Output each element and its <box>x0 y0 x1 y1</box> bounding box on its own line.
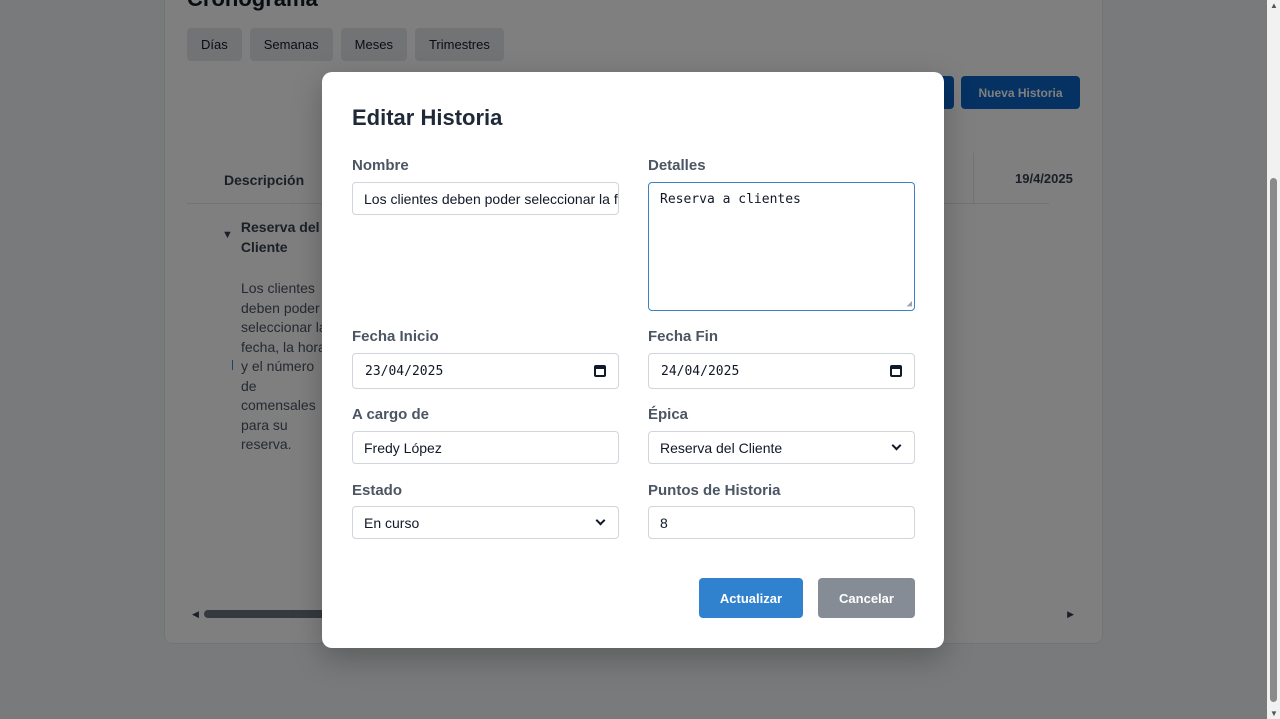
chevron-down-icon <box>595 515 606 526</box>
assignee-label: A cargo de <box>352 406 429 423</box>
status-label: Estado <box>352 482 403 499</box>
end-date-input[interactable]: 24/04/2025 <box>648 353 915 389</box>
page-scrollbar-thumb[interactable] <box>1270 178 1277 702</box>
scroll-down-icon[interactable]: ▼ <box>1270 709 1278 718</box>
story-points-input[interactable]: 8 <box>648 506 915 539</box>
start-date-label: Fecha Inicio <box>352 328 439 345</box>
page-scrollbar[interactable]: ▲ ▼ <box>1267 0 1280 719</box>
assignee-input[interactable]: Fredy López <box>352 431 619 464</box>
end-date-value: 24/04/2025 <box>661 363 740 379</box>
details-label: Detalles <box>648 157 706 174</box>
end-date-label: Fecha Fin <box>648 328 719 345</box>
details-textarea[interactable]: Reserva a clientes ◢ <box>648 182 915 311</box>
epic-select[interactable]: Reserva del Cliente <box>648 431 915 464</box>
calendar-icon[interactable] <box>594 365 606 377</box>
resize-grip-icon[interactable]: ◢ <box>907 299 912 309</box>
epic-label: Épica <box>648 406 689 423</box>
cancel-button[interactable]: Cancelar <box>818 578 915 618</box>
update-button[interactable]: Actualizar <box>699 578 803 618</box>
calendar-icon[interactable] <box>890 365 902 377</box>
epic-select-value: Reserva del Cliente <box>660 439 783 456</box>
name-label: Nombre <box>352 157 409 174</box>
name-input[interactable]: Los clientes deben poder seleccionar la … <box>352 182 619 215</box>
status-select-value: En curso <box>364 514 420 531</box>
status-select[interactable]: En curso <box>352 506 619 539</box>
edit-story-modal: Editar Historia Nombre Los clientes debe… <box>322 72 944 648</box>
modal-title: Editar Historia <box>352 105 503 130</box>
chevron-down-icon <box>891 440 902 451</box>
story-points-label: Puntos de Historia <box>648 482 781 499</box>
start-date-value: 23/04/2025 <box>365 363 444 379</box>
details-value: Reserva a clientes <box>660 192 801 207</box>
scroll-up-icon[interactable]: ▲ <box>1270 1 1278 10</box>
start-date-input[interactable]: 23/04/2025 <box>352 353 619 389</box>
